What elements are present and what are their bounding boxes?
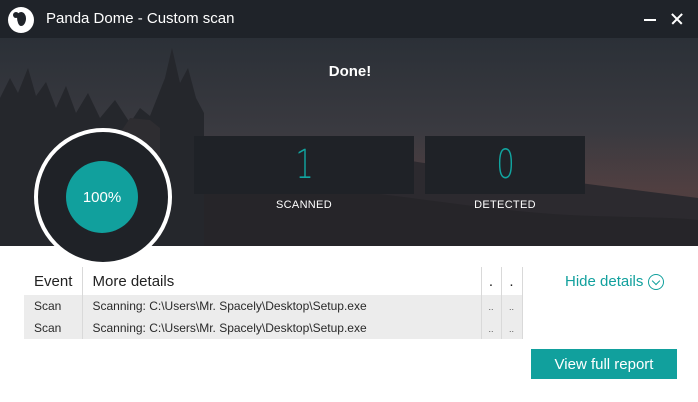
column-header-extra-2[interactable]: .	[501, 267, 523, 295]
detected-counter: 0	[425, 136, 585, 194]
panda-logo-icon	[8, 7, 34, 33]
progress-indicator: 100%	[66, 161, 138, 233]
close-button[interactable]	[667, 9, 687, 29]
scanned-label: SCANNED	[276, 199, 332, 211]
scan-status: Done!	[328, 63, 372, 80]
table-row[interactable]: Scan Scanning: C:\Users\Mr. Spacely\Desk…	[24, 317, 523, 339]
event-details-cell: Scanning: C:\Users\Mr. Spacely\Desktop\S…	[82, 295, 482, 317]
minimize-button[interactable]	[640, 9, 660, 29]
detected-count: 0	[496, 142, 514, 188]
column-header-more-details[interactable]: More details	[82, 267, 482, 295]
hide-details-link[interactable]: Hide details	[565, 273, 665, 290]
table-row[interactable]: Scan Scanning: C:\Users\Mr. Spacely\Desk…	[24, 295, 523, 317]
event-extra-cell: ..	[481, 317, 502, 339]
view-full-report-button[interactable]: View full report	[531, 349, 677, 379]
column-header-extra-1[interactable]: .	[481, 267, 502, 295]
table-header-row: Event More details . .	[24, 267, 523, 295]
progress-percent: 100%	[82, 188, 122, 206]
scanned-count: 1	[295, 142, 313, 188]
detected-label: DETECTED	[474, 199, 536, 211]
event-extra-cell: ..	[501, 295, 523, 317]
scanned-counter: 1	[194, 136, 414, 194]
event-type-cell: Scan	[24, 317, 83, 339]
event-extra-cell: ..	[501, 317, 523, 339]
window-title: Panda Dome - Custom scan	[46, 10, 235, 27]
chevron-down-circle-icon	[648, 273, 665, 290]
event-type-cell: Scan	[24, 295, 83, 317]
event-details-cell: Scanning: C:\Users\Mr. Spacely\Desktop\S…	[82, 317, 482, 339]
events-table: Event More details . . Scan Scanning: C:…	[24, 267, 523, 339]
title-bar: Panda Dome - Custom scan	[0, 0, 698, 38]
event-extra-cell: ..	[481, 295, 502, 317]
hide-details-label: Hide details	[565, 273, 644, 290]
column-header-event[interactable]: Event	[24, 267, 83, 295]
